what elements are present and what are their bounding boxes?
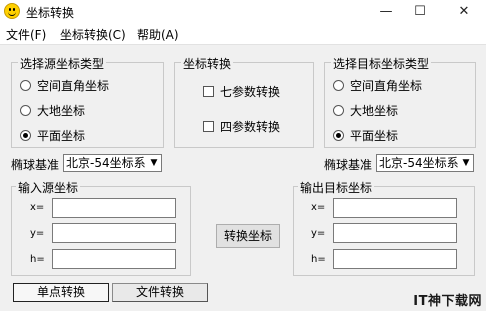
input-source-group-title: 输入源坐标	[16, 179, 81, 196]
input-y-label: y=	[30, 228, 45, 239]
transform-group-title: 坐标转换	[181, 55, 234, 72]
target-type-group: 选择目标坐标类型 空间直角坐标 大地坐标 平面坐标	[324, 55, 476, 148]
window-title: 坐标转换	[26, 6, 75, 20]
target-ellipsoid-value: 北京-54坐标系	[379, 156, 459, 170]
source-ellipsoid-select[interactable]: 北京-54坐标系 ▼	[63, 154, 162, 172]
smiley-app-icon	[4, 3, 20, 19]
input-x-label: x=	[30, 202, 45, 213]
four-param-checkbox[interactable]: 四参数转换	[203, 118, 280, 135]
output-x-label: x=	[311, 202, 326, 213]
tab-single-point[interactable]: 单点转换	[13, 283, 109, 302]
chevron-down-icon[interactable]: ▼	[459, 155, 473, 171]
checkbox-icon[interactable]	[203, 86, 214, 97]
title-bar: 坐标转换 — ☐ ✕	[0, 0, 486, 24]
source-option-geodetic[interactable]: 大地坐标	[20, 102, 85, 119]
output-h-field[interactable]	[333, 249, 457, 269]
source-option-label: 大地坐标	[37, 104, 86, 118]
output-x-field[interactable]	[333, 198, 457, 218]
input-h-label: h=	[30, 254, 45, 265]
output-y-label: y=	[311, 228, 326, 239]
radio-button-selected-icon[interactable]	[20, 130, 31, 141]
target-option-plane[interactable]: 平面坐标	[333, 127, 398, 144]
target-option-label: 平面坐标	[350, 129, 399, 143]
target-ellipsoid-select[interactable]: 北京-54坐标系 ▼	[376, 154, 474, 172]
target-option-label: 大地坐标	[350, 104, 399, 118]
output-target-group-title: 输出目标坐标	[298, 179, 375, 196]
checkbox-icon[interactable]	[203, 121, 214, 132]
seven-param-checkbox[interactable]: 七参数转换	[203, 83, 280, 100]
checkbox-label: 七参数转换	[220, 85, 281, 99]
target-option-label: 空间直角坐标	[350, 79, 423, 93]
menu-help[interactable]: 帮助(A)	[137, 26, 179, 43]
target-type-group-title: 选择目标坐标类型	[331, 55, 432, 72]
radio-button-icon[interactable]	[333, 80, 344, 91]
input-h-field[interactable]	[52, 249, 176, 269]
radio-button-selected-icon[interactable]	[333, 130, 344, 141]
source-option-plane[interactable]: 平面坐标	[20, 127, 85, 144]
source-option-label: 平面坐标	[37, 129, 86, 143]
source-type-group-title: 选择源坐标类型	[18, 55, 107, 72]
menu-coordinate-convert[interactable]: 坐标转换(C)	[60, 26, 126, 43]
source-ellipsoid-value: 北京-54坐标系	[66, 156, 146, 170]
input-y-field[interactable]	[52, 223, 176, 243]
maximize-button[interactable]: ☐	[400, 0, 440, 24]
source-type-group: 选择源坐标类型 空间直角坐标 大地坐标 平面坐标	[11, 55, 164, 148]
radio-button-icon[interactable]	[20, 105, 31, 116]
source-option-label: 空间直角坐标	[37, 79, 110, 93]
radio-button-icon[interactable]	[333, 105, 344, 116]
target-ellipsoid-label: 椭球基准	[324, 158, 373, 172]
source-option-cartesian[interactable]: 空间直角坐标	[20, 77, 109, 94]
output-y-field[interactable]	[333, 223, 457, 243]
convert-coordinates-button[interactable]: 转换坐标	[216, 224, 280, 248]
tab-file-convert[interactable]: 文件转换	[112, 283, 208, 302]
chevron-down-icon[interactable]: ▼	[147, 155, 161, 171]
target-option-geodetic[interactable]: 大地坐标	[333, 102, 398, 119]
menu-file[interactable]: 文件(F)	[6, 26, 46, 43]
watermark-logo: IT神下载网	[413, 294, 482, 309]
target-option-cartesian[interactable]: 空间直角坐标	[333, 77, 422, 94]
radio-button-icon[interactable]	[20, 80, 31, 91]
input-x-field[interactable]	[52, 198, 176, 218]
output-h-label: h=	[311, 254, 326, 265]
checkbox-label: 四参数转换	[220, 120, 281, 134]
transform-group: 坐标转换 七参数转换 四参数转换	[174, 55, 314, 148]
menu-bar: 文件(F) 坐标转换(C) 帮助(A)	[0, 24, 486, 45]
source-ellipsoid-label: 椭球基准	[11, 158, 60, 172]
close-button[interactable]: ✕	[444, 0, 484, 24]
